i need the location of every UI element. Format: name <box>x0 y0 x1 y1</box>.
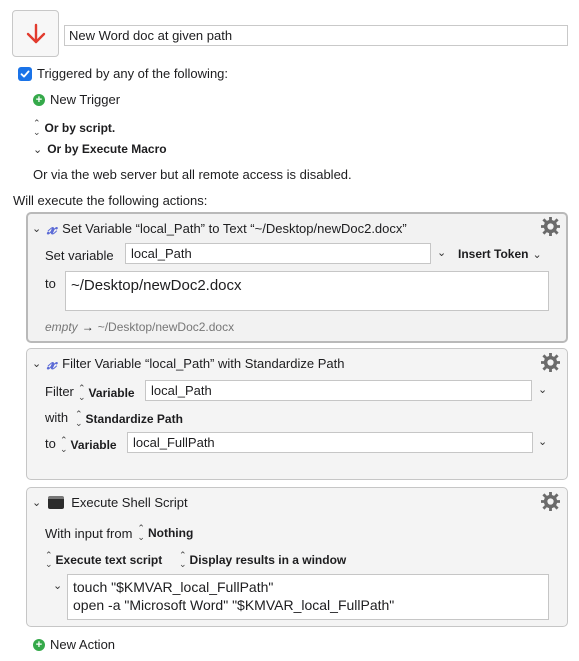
triggered-row: Triggered by any of the following: <box>18 66 228 81</box>
checkmark-icon <box>20 70 30 77</box>
triggered-checkbox[interactable] <box>18 66 32 81</box>
updown-chevron-icon: ⌃ ⌄ <box>60 435 68 454</box>
input-label: With input from <box>45 525 133 541</box>
updown-chevron-icon: ⌃ ⌄ <box>33 118 41 137</box>
chevron-down-icon[interactable]: ⌄ <box>32 222 41 235</box>
input-source-select[interactable]: ⌃ ⌄ Nothing <box>137 524 193 542</box>
new-trigger-label: New Trigger <box>50 92 121 107</box>
filter-type-label: Variable <box>88 386 135 400</box>
script-collapse-chevron-icon[interactable]: ⌄ <box>53 579 62 592</box>
chevron-down-icon: ⌄ <box>532 248 542 261</box>
variable-x-icon: 𝓍 <box>47 352 57 374</box>
insert-token-menu[interactable]: Insert Token ⌄ <box>458 247 542 261</box>
preview-arrow: → <box>81 320 94 334</box>
text-value-area[interactable]: ~/Desktop/newDoc2.docx <box>65 271 549 311</box>
web-server-note: Or via the web server but all remote acc… <box>33 167 352 182</box>
gear-icon[interactable] <box>541 217 560 236</box>
execute-option-select[interactable]: ⌃ ⌄ Execute text script <box>45 551 162 569</box>
chevron-down-icon[interactable]: ⌄ <box>32 357 41 370</box>
action-header: ⌄ 𝓍 Set Variable “local_Path” to Text “~… <box>32 217 407 239</box>
script-line: touch "$KMVAR_local_FullPath" <box>73 579 274 595</box>
action-title: Set Variable “local_Path” to Text “~/Des… <box>62 220 407 236</box>
plus-circle-icon: + <box>33 638 45 651</box>
filter-variable-field[interactable]: local_Path <box>145 380 532 401</box>
gear-icon[interactable] <box>541 353 560 372</box>
variable-name-field[interactable]: local_Path <box>125 243 431 264</box>
display-option-label: Display results in a window <box>189 553 347 567</box>
action-filter-variable[interactable]: ⌄ 𝓍 Filter Variable “local_Path” with St… <box>26 348 568 480</box>
updown-chevron-icon: ⌃ ⌄ <box>45 550 53 569</box>
new-action-label: New Action <box>50 637 116 652</box>
updown-chevron-icon: ⌃ ⌄ <box>75 409 83 428</box>
actions-header: Will execute the following actions: <box>13 193 208 208</box>
display-option-select[interactable]: ⌃ ⌄ Display results in a window <box>179 551 346 569</box>
macro-name-field[interactable]: New Word doc at given path <box>64 25 568 46</box>
action-title: Filter Variable “local_Path” with Standa… <box>62 355 345 371</box>
action-execute-shell-script[interactable]: ⌄ Execute Shell Script With input from ⌃… <box>26 487 568 627</box>
terminal-icon <box>48 496 65 509</box>
with-filter-select[interactable]: ⌃ ⌄ Standardize Path <box>75 410 183 428</box>
set-variable-label: Set variable <box>45 248 114 263</box>
filter-label: Filter <box>45 384 74 399</box>
filter-type-select[interactable]: ⌃ ⌄ Variable <box>78 384 135 402</box>
to-label: to <box>45 436 56 451</box>
new-action-button[interactable]: + New Action <box>33 637 115 652</box>
or-by-script-label: Or by script. <box>44 121 116 135</box>
or-by-execute-macro-label: Or by Execute Macro <box>47 142 167 156</box>
triggered-label: Triggered by any of the following: <box>37 66 229 81</box>
preview-value: ~/Desktop/newDoc2.docx <box>97 320 235 334</box>
action-header: ⌄ 𝓍 Filter Variable “local_Path” with St… <box>32 352 345 374</box>
input-source-label: Nothing <box>147 526 194 540</box>
to-type-label: Variable <box>70 438 117 452</box>
plus-circle-icon: + <box>33 93 45 106</box>
action-header: ⌄ Execute Shell Script <box>32 495 188 510</box>
script-line: open -a "Microsoft Word" "$KMVAR_local_F… <box>73 597 395 613</box>
to-variable-field[interactable]: local_FullPath <box>127 432 533 453</box>
new-trigger-button[interactable]: + New Trigger <box>33 92 120 107</box>
chevron-down-icon: ⌄ <box>33 143 43 156</box>
variable-x-icon: 𝓍 <box>47 217 57 239</box>
action-title: Execute Shell Script <box>71 495 188 510</box>
updown-chevron-icon: ⌃ ⌄ <box>78 383 86 402</box>
input-row: With input from ⌃ ⌄ Nothing <box>45 524 193 542</box>
script-text-area[interactable]: touch "$KMVAR_local_FullPath" open -a "M… <box>67 574 549 620</box>
or-by-execute-macro-toggle[interactable]: ⌄ Or by Execute Macro <box>33 142 167 156</box>
with-label: with <box>45 410 69 425</box>
arrow-down-icon <box>26 23 45 43</box>
filter-dropdown-chevron-icon[interactable]: ⌄ <box>538 383 547 396</box>
updown-chevron-icon: ⌃ ⌄ <box>137 523 145 542</box>
updown-chevron-icon: ⌃ ⌄ <box>179 550 187 569</box>
preview-empty-label: empty <box>45 320 78 334</box>
preview-row: empty → ~/Desktop/newDoc2.docx <box>45 320 234 334</box>
to-dropdown-chevron-icon[interactable]: ⌄ <box>538 435 547 448</box>
macro-icon-well[interactable] <box>12 10 59 57</box>
insert-token-label: Insert Token <box>458 247 529 261</box>
or-by-script-toggle[interactable]: ⌃ ⌄ Or by script. <box>33 119 115 137</box>
with-filter-label: Standardize Path <box>85 412 183 426</box>
to-label: to <box>45 276 56 291</box>
to-type-select[interactable]: ⌃ ⌄ Variable <box>60 436 117 454</box>
action-set-variable[interactable]: ⌄ 𝓍 Set Variable “local_Path” to Text “~… <box>26 212 568 343</box>
chevron-down-icon[interactable]: ⌄ <box>32 496 41 509</box>
variable-dropdown-chevron-icon[interactable]: ⌄ <box>437 246 446 259</box>
execute-option-label: Execute text script <box>55 553 163 567</box>
gear-icon[interactable] <box>541 492 560 511</box>
